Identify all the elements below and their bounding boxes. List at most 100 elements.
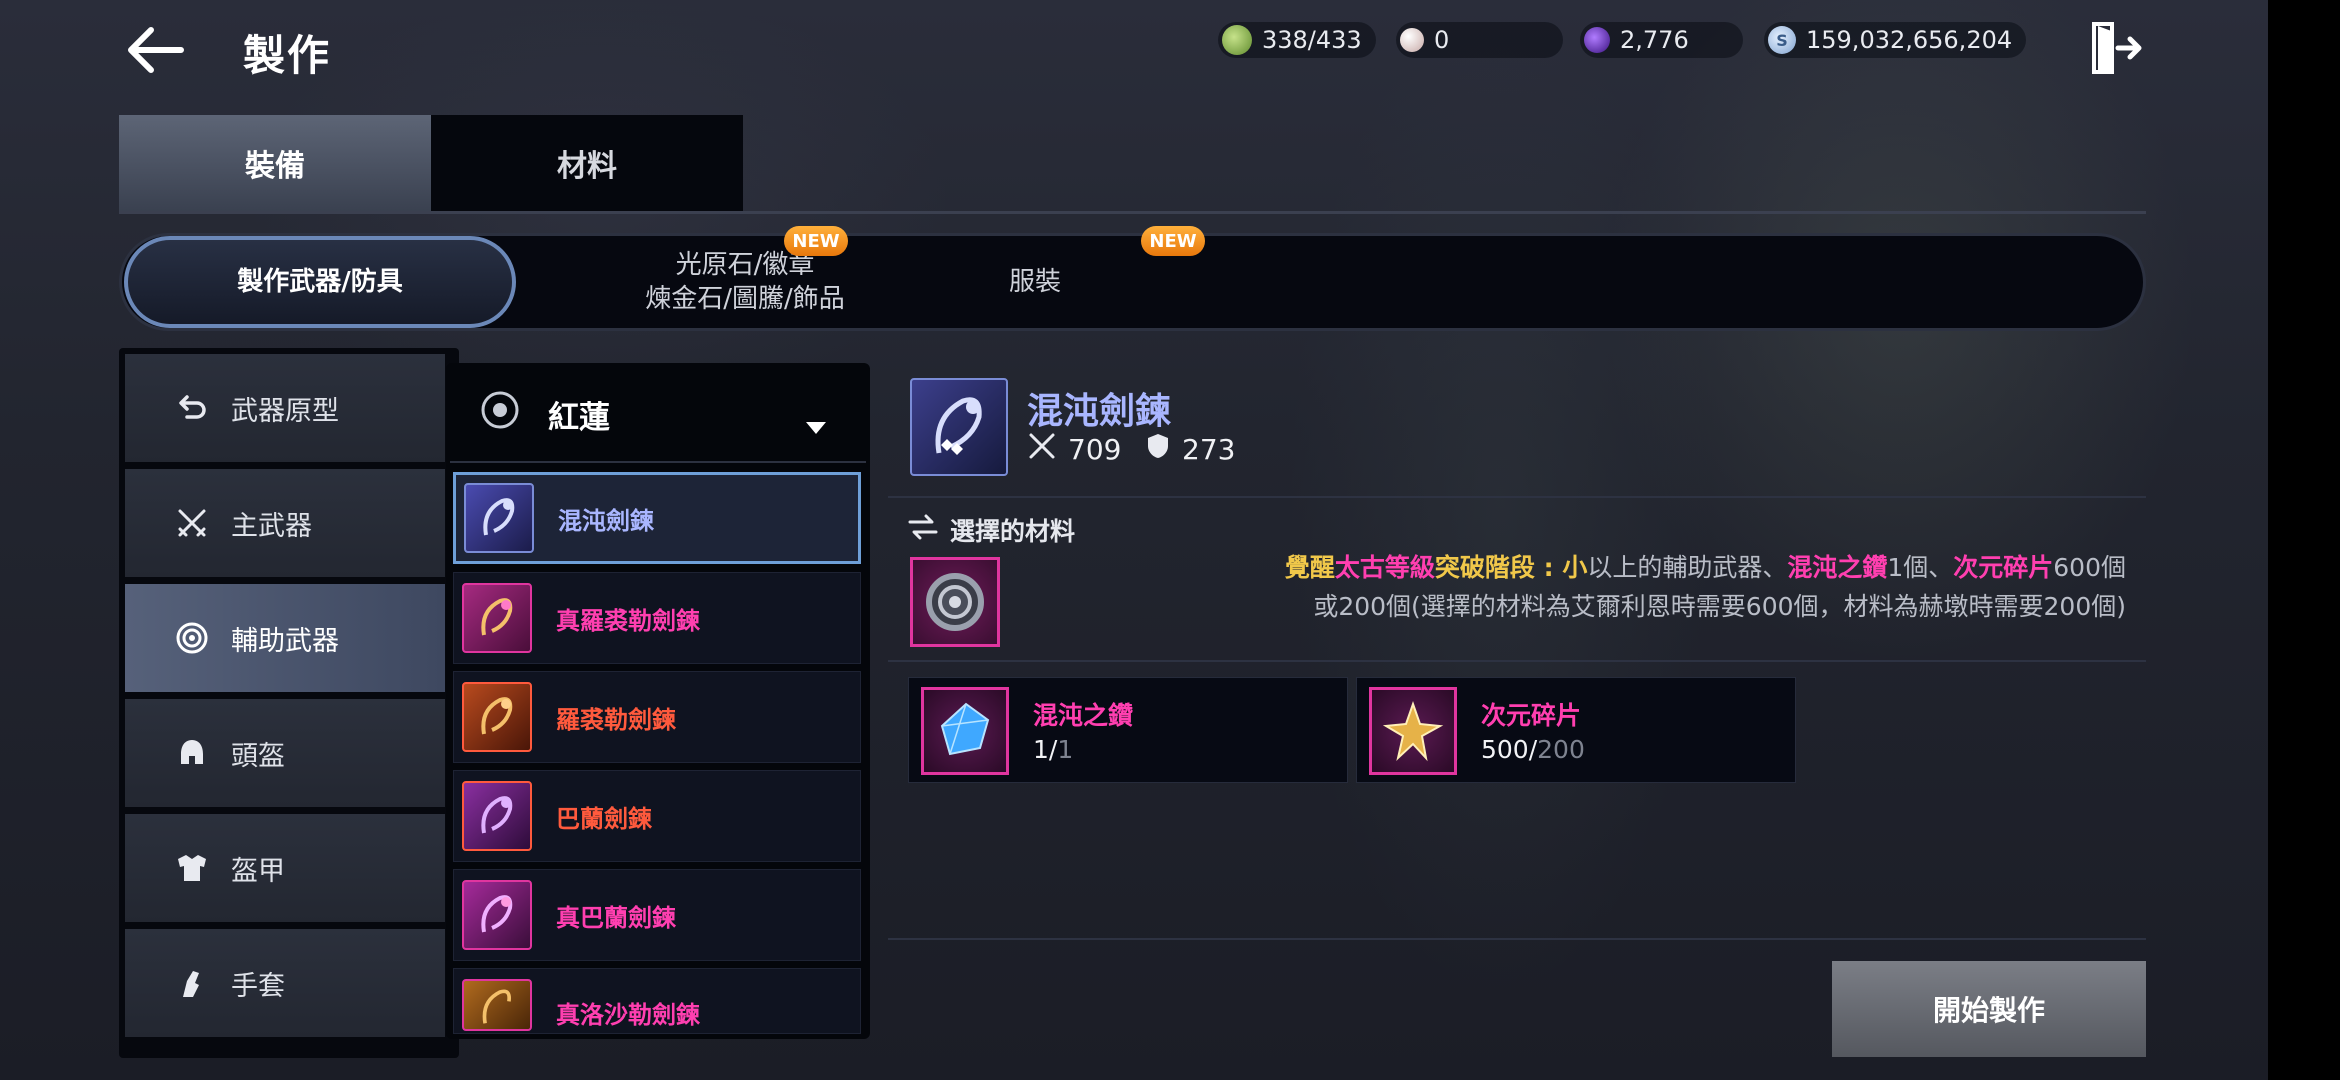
back-button[interactable] — [118, 20, 190, 80]
req-text: 1個、 — [1887, 553, 1954, 582]
material-have: 500/ — [1481, 735, 1538, 764]
defense-stat: 273 — [1146, 432, 1235, 467]
material-need: 1 — [1057, 735, 1074, 764]
right-edge-bar — [2268, 0, 2340, 1080]
category-weapon-prototype[interactable]: 武器原型 — [125, 354, 445, 462]
category-label: 輔助武器 — [231, 625, 339, 657]
sword-chain-icon — [462, 979, 532, 1031]
material-name: 次元碎片 — [1481, 701, 1582, 730]
req-text: 以上的輔助武器、 — [1587, 553, 1788, 582]
crossed-swords-icon — [1028, 432, 1056, 467]
divider — [888, 938, 2146, 940]
material-name: 混沌之鑽 — [1033, 701, 1134, 730]
shield-icon — [1146, 432, 1170, 467]
list-item[interactable]: 羅裘勒劍鍊 — [453, 671, 861, 763]
req-chaos-diamond: 混沌之鑽 — [1787, 553, 1888, 582]
selected-material-slot[interactable] — [910, 557, 1000, 647]
material-quantity: 500/200 — [1481, 735, 1585, 764]
list-item[interactable]: 混沌劍鍊 — [453, 472, 861, 564]
item-name: 真洛沙勒劍鍊 — [556, 1001, 700, 1029]
helmet-icon — [175, 736, 209, 770]
material-need: 200 — [1537, 735, 1585, 764]
purple-orb-icon — [1584, 27, 1610, 53]
category-label: 盔甲 — [231, 855, 285, 887]
list-item[interactable]: 真洛沙勒劍鍊 — [453, 968, 861, 1034]
req-ancient-grade: 太古等級 — [1334, 553, 1435, 582]
start-craft-button[interactable]: 開始製作 — [1832, 961, 2146, 1057]
category-helmet[interactable]: 頭盔 — [125, 699, 445, 807]
divider — [888, 496, 2146, 498]
attack-stat: 709 — [1028, 432, 1121, 467]
crossed-swords-icon — [175, 506, 209, 540]
category-main-weapon[interactable]: 主武器 — [125, 469, 445, 577]
material-card[interactable]: 混沌之鑽 1/1 — [908, 677, 1348, 783]
series-dropdown[interactable]: 紅蓮 — [450, 368, 866, 460]
subtab-craft-weapon-armor[interactable]: 製作武器/防具 — [124, 236, 516, 328]
list-item[interactable]: 巴蘭劍鍊 — [453, 770, 861, 862]
sword-chain-icon — [462, 781, 532, 851]
currency-purple-orb: 2,776 — [1580, 22, 1743, 58]
currency-value: 159,032,656,204 — [1806, 26, 2013, 54]
arrow-left-icon — [128, 27, 184, 73]
circle-dot-icon — [480, 390, 520, 438]
sword-chain-icon — [462, 880, 532, 950]
currency-stamina: 338/433 — [1218, 22, 1376, 58]
currency-value: 0 — [1434, 26, 1450, 54]
material-quantity: 1/1 — [1033, 735, 1073, 764]
category-sub-weapon[interactable]: 輔助武器 — [125, 584, 445, 692]
category-label: 主武器 — [231, 510, 312, 542]
blue-crystal-icon — [921, 687, 1009, 775]
category-armor[interactable]: 盔甲 — [125, 814, 445, 922]
currency-silver: S 159,032,656,204 — [1764, 22, 2027, 58]
item-name: 混沌劍鍊 — [558, 506, 654, 535]
req-small: : 小 — [1534, 553, 1588, 582]
req-awaken: 覺醒 — [1284, 553, 1335, 582]
sword-chain-icon — [462, 583, 532, 653]
selected-item-name: 混沌劍鍊 — [1027, 391, 1172, 432]
new-badge: NEW — [1141, 226, 1205, 256]
material-have: 1/ — [1033, 735, 1058, 764]
silver-coin-icon: S — [1768, 26, 1796, 54]
subtab-gems-accessories[interactable]: 光原石/徽章 煉金石/圖騰/飾品 — [540, 236, 950, 328]
ring-target-icon — [175, 621, 209, 655]
sword-chain-icon — [462, 682, 532, 752]
currency-value: 338/433 — [1262, 26, 1362, 54]
caret-down-icon — [806, 406, 826, 442]
selected-materials-header: 選擇的材料 — [908, 512, 1075, 548]
category-label: 武器原型 — [231, 395, 339, 427]
item-name: 羅裘勒劍鍊 — [556, 705, 676, 734]
currency-pearl: 0 — [1396, 22, 1564, 58]
ring-target-icon — [926, 573, 984, 631]
req-text: 600個 — [2053, 553, 2126, 582]
selected-materials-title: 選擇的材料 — [950, 517, 1076, 546]
dropdown-divider — [450, 461, 866, 463]
tab-equipment[interactable]: 裝備 — [119, 115, 431, 211]
pearl-icon — [1400, 28, 1424, 52]
return-arrow-icon — [175, 391, 209, 425]
armor-icon — [175, 851, 209, 885]
item-name: 真羅裘勒劍鍊 — [556, 606, 700, 635]
list-item[interactable]: 真巴蘭劍鍊 — [453, 869, 861, 961]
divider — [888, 660, 2146, 662]
exit-button[interactable] — [2088, 18, 2144, 78]
defense-value: 273 — [1182, 433, 1236, 466]
sword-chain-icon — [464, 483, 534, 553]
new-badge: NEW — [784, 226, 848, 256]
exit-door-icon — [2092, 22, 2142, 74]
gold-shard-icon — [1369, 687, 1457, 775]
tab-materials[interactable]: 材料 — [431, 115, 743, 211]
dropdown-label: 紅蓮 — [548, 399, 610, 436]
category-label: 頭盔 — [231, 740, 285, 772]
req-dimension-shard: 次元碎片 — [1953, 553, 2054, 582]
list-item[interactable]: 真羅裘勒劍鍊 — [453, 572, 861, 664]
item-name: 真巴蘭劍鍊 — [556, 903, 676, 932]
currency-value: 2,776 — [1620, 26, 1689, 54]
category-gloves[interactable]: 手套 — [125, 929, 445, 1037]
req-breakthrough: 突破階段 — [1434, 553, 1535, 582]
subtab-costume[interactable]: 服裝 — [940, 236, 1130, 328]
material-card[interactable]: 次元碎片 500/200 — [1356, 677, 1796, 783]
attack-value: 709 — [1068, 433, 1122, 466]
item-name: 巴蘭劍鍊 — [556, 804, 652, 833]
page-title: 製作 — [243, 31, 332, 80]
selected-item-icon — [910, 378, 1008, 476]
